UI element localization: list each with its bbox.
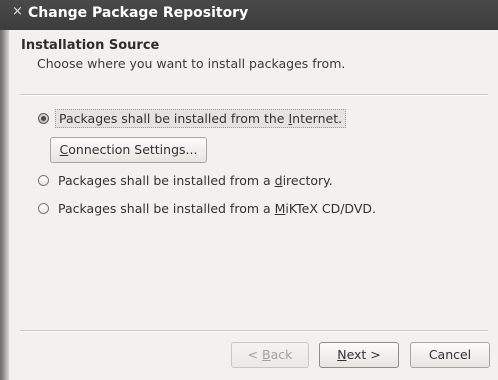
window-left-edge: [0, 0, 9, 380]
title-bar: × Change Package Repository: [0, 0, 498, 30]
close-icon[interactable]: ×: [12, 4, 23, 19]
wizard-header: Installation Source Choose where you wan…: [9, 30, 498, 85]
next-button[interactable]: Next >: [319, 342, 399, 368]
header-divider: [20, 94, 488, 96]
footer-divider: [20, 330, 488, 332]
option-internet[interactable]: Packages shall be installed from the Int…: [38, 108, 347, 128]
page-subtitle: Choose where you want to install package…: [37, 56, 346, 71]
back-button[interactable]: < Back: [231, 342, 309, 368]
option-internet-label[interactable]: Packages shall be installed from the Int…: [55, 108, 347, 128]
radio-cd-dvd[interactable]: [38, 202, 49, 214]
option-cd-dvd-label[interactable]: Packages shall be installed from a MiKTe…: [58, 201, 376, 216]
option-directory[interactable]: Packages shall be installed from a direc…: [38, 170, 333, 190]
cancel-button[interactable]: Cancel: [410, 342, 490, 368]
connection-settings-button[interactable]: Connection Settings...: [50, 137, 207, 163]
change-package-repository-window: × Change Package Repository Installation…: [0, 0, 498, 380]
radio-internet[interactable]: [38, 112, 49, 124]
window-title: Change Package Repository: [28, 5, 249, 21]
option-cd-dvd[interactable]: Packages shall be installed from a MiKTe…: [38, 198, 376, 218]
radio-directory[interactable]: [38, 174, 49, 186]
option-directory-label[interactable]: Packages shall be installed from a direc…: [58, 173, 333, 188]
page-title: Installation Source: [21, 38, 160, 53]
